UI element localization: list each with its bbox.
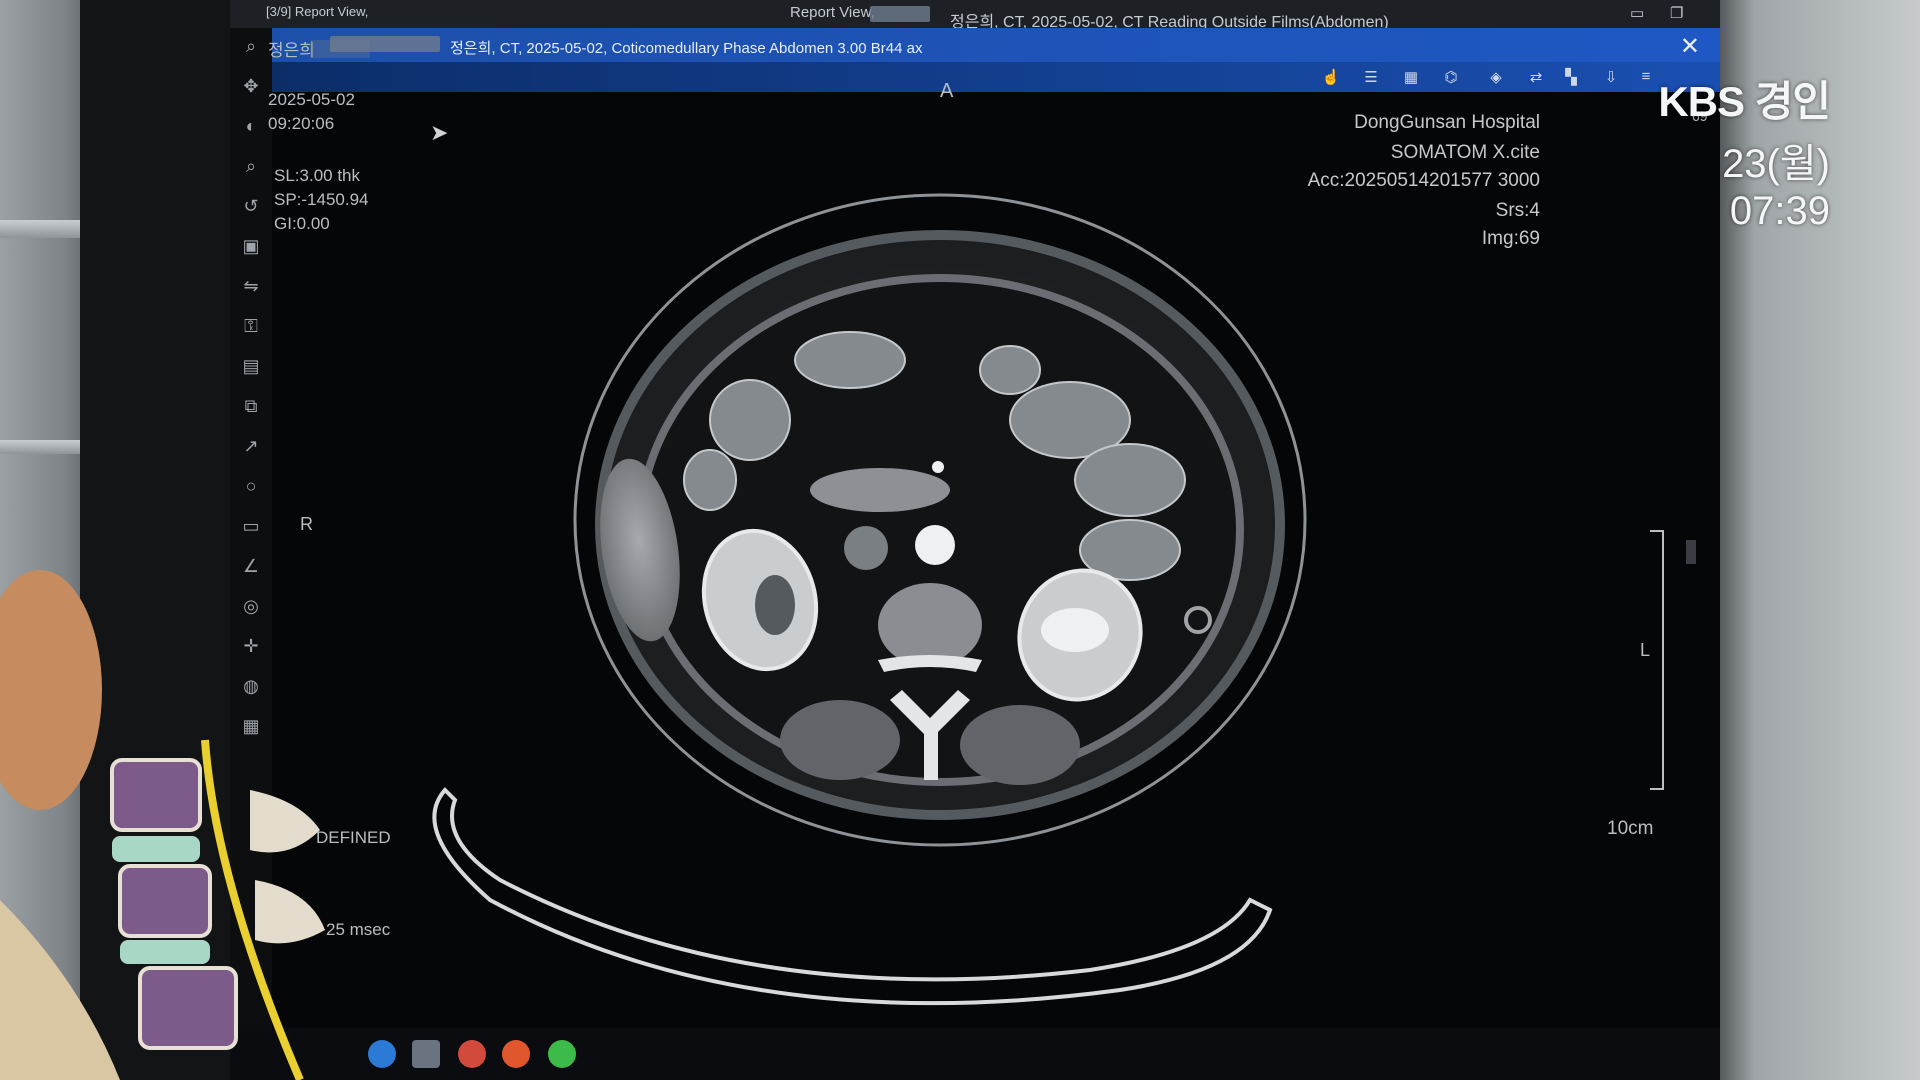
- channel-brand: KBS 경인: [1658, 78, 1831, 125]
- model-base: [0, 900, 120, 1080]
- left-renal-pelvis: [1041, 608, 1109, 652]
- right-renal-pelvis: [755, 575, 795, 635]
- pacs-screen: [3/9] Report View, Report View, 정은희, CT,…: [230, 0, 1720, 1080]
- app-icon[interactable]: [502, 1040, 530, 1068]
- broadcast-time: 07:39: [1729, 189, 1830, 233]
- model-vertebra: [110, 758, 202, 832]
- vertebral-body: [878, 583, 982, 667]
- paraspinal-muscle-left: [960, 705, 1080, 785]
- taskbar: [230, 1028, 1720, 1080]
- aorta: [915, 525, 955, 565]
- browser-icon[interactable]: [368, 1040, 396, 1068]
- chrome-icon[interactable]: [458, 1040, 486, 1068]
- broadcast-logo: KBS 경인 23(월) 07:39: [1658, 68, 1831, 234]
- model-vertebra: [118, 864, 212, 938]
- spinous-process-tip: [924, 720, 938, 780]
- pancreas: [810, 468, 950, 512]
- file-icon[interactable]: [412, 1040, 440, 1068]
- broadcast-date: 23(월): [1722, 142, 1830, 186]
- model-vertebra: [138, 966, 238, 1050]
- ivc: [844, 526, 888, 570]
- ct-axial-slice[interactable]: [230, 0, 1720, 1080]
- model-pelvis: [0, 570, 102, 810]
- ct-table: [432, 787, 1273, 1006]
- spine-model: [0, 570, 325, 1080]
- model-process: [250, 790, 320, 853]
- model-disc: [112, 836, 200, 862]
- sma: [932, 461, 944, 473]
- model-disc: [120, 940, 210, 964]
- paraspinal-muscle-right: [780, 700, 900, 780]
- model-process: [255, 880, 325, 944]
- messenger-icon[interactable]: [548, 1040, 576, 1068]
